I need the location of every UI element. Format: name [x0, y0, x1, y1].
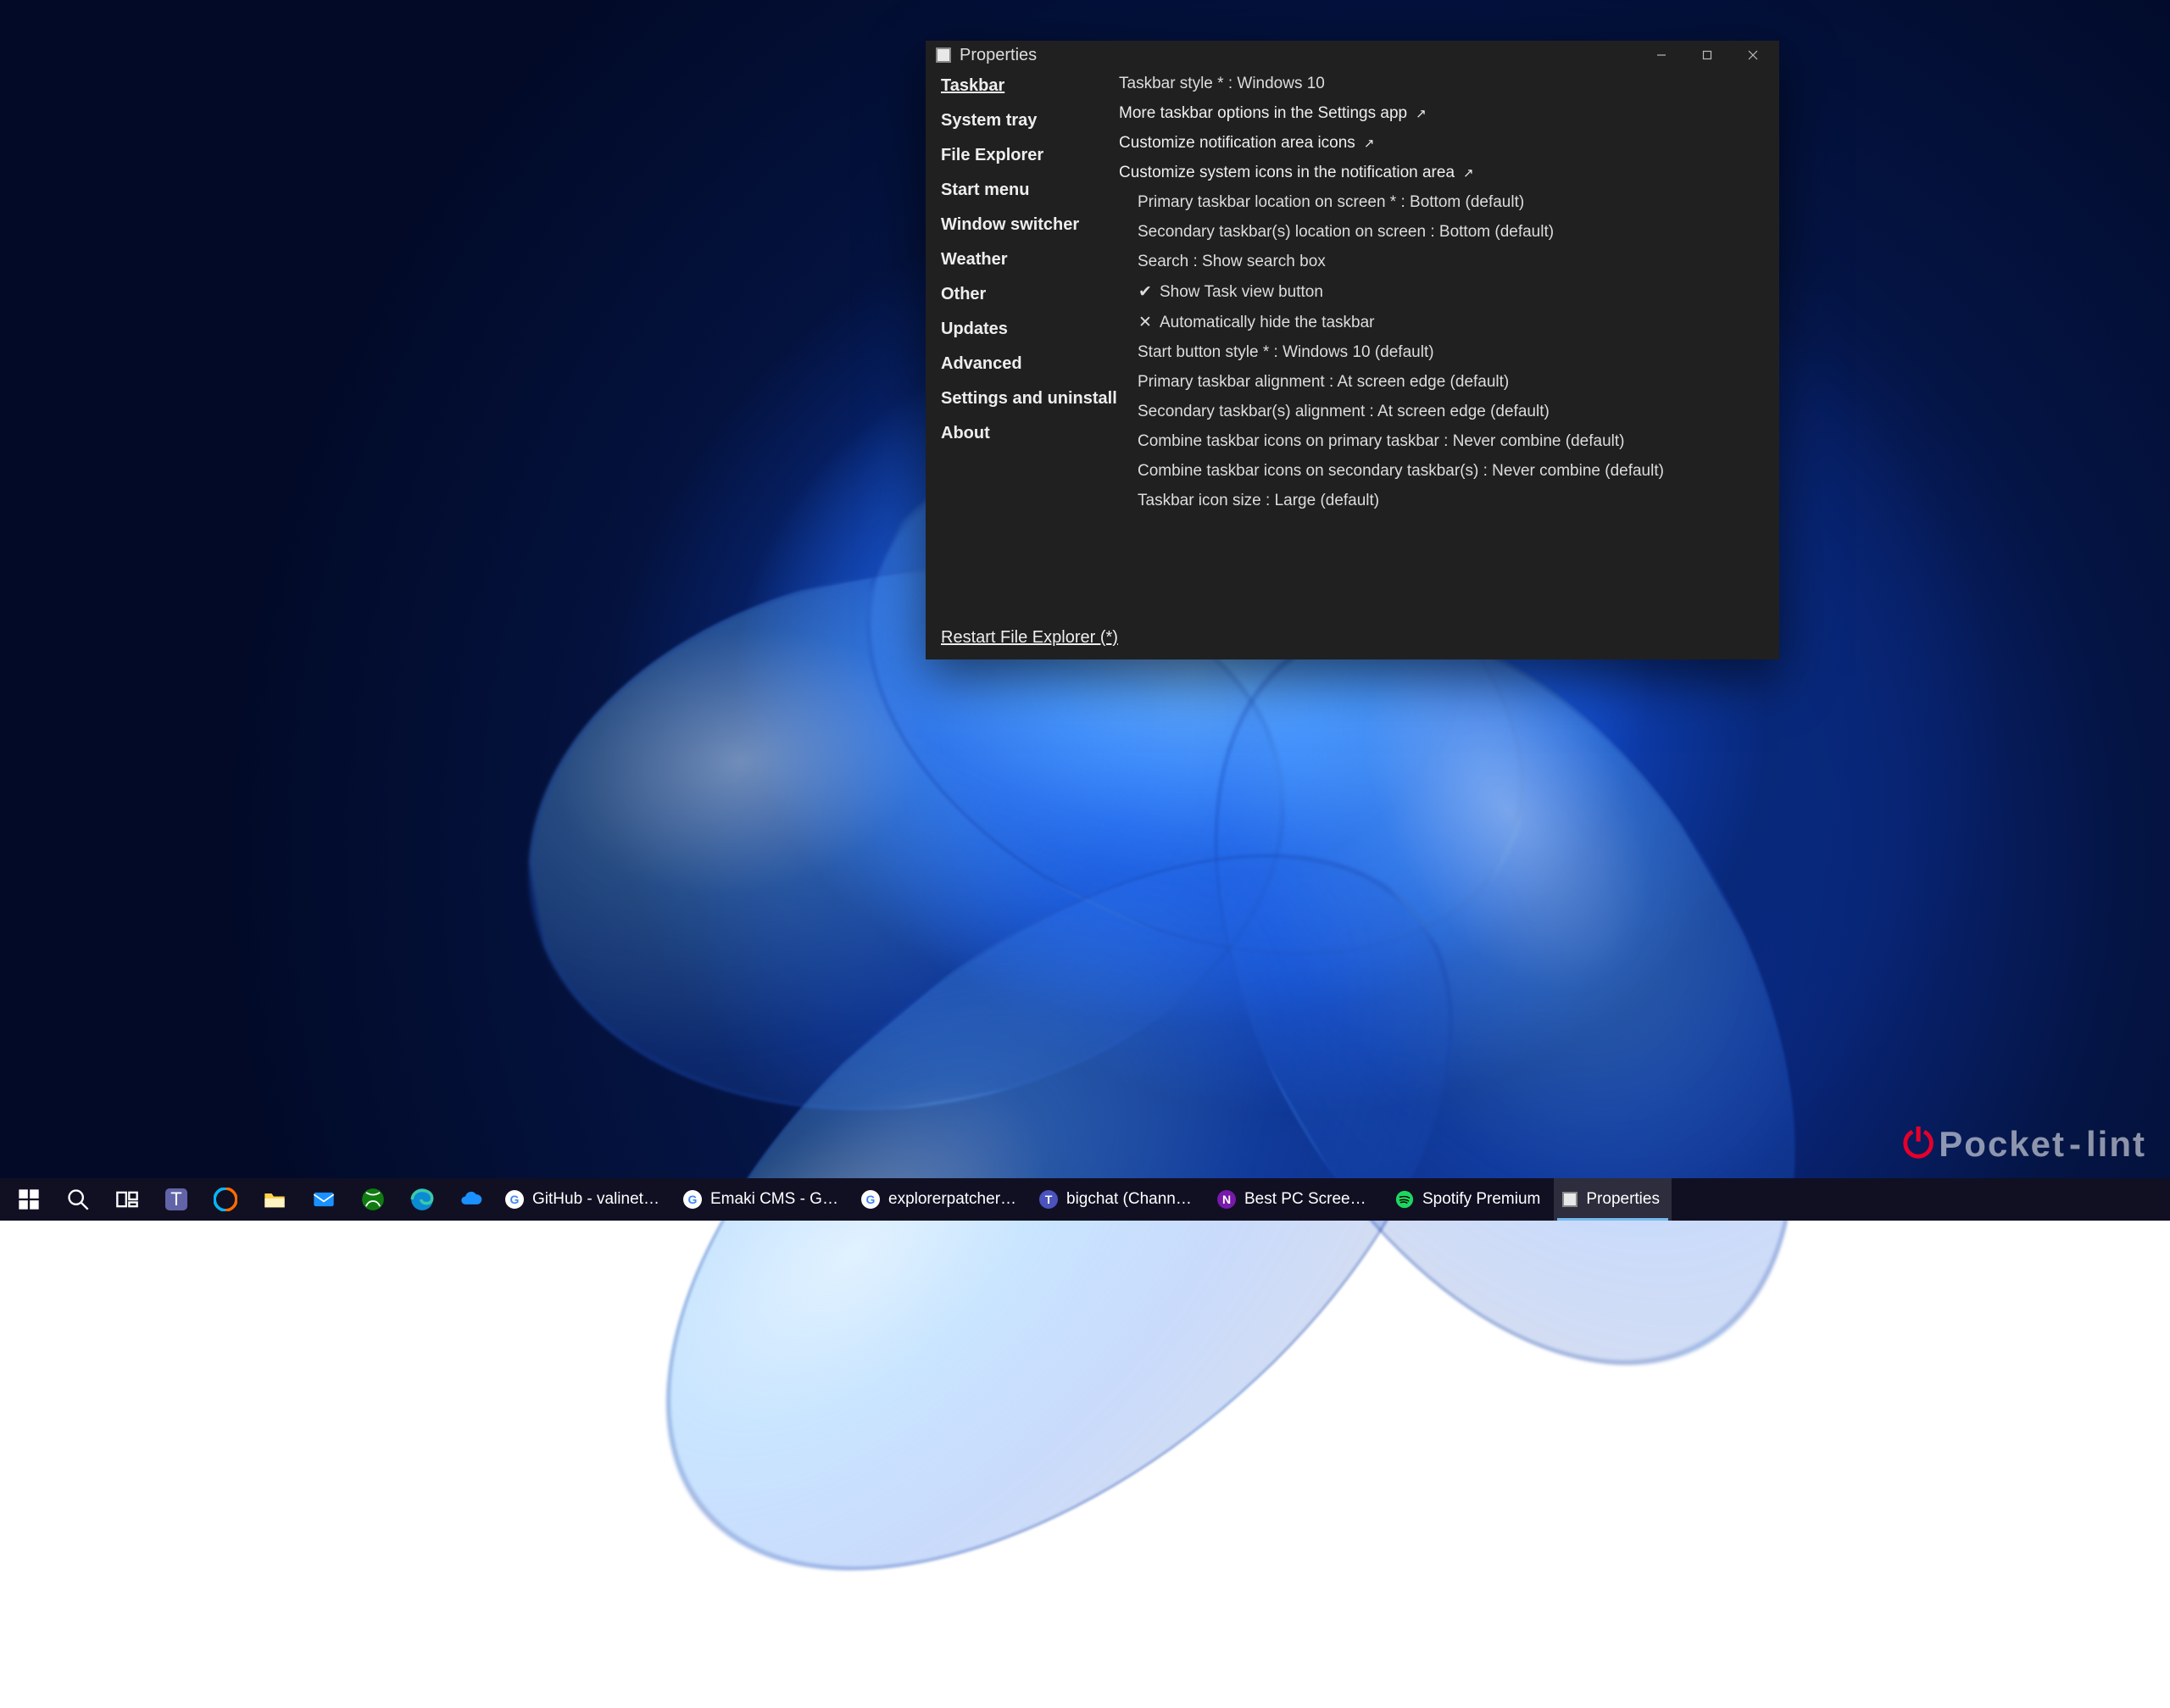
external-link-icon: ↗	[1416, 106, 1427, 121]
setting-label: Customize system icons in the notificati…	[1119, 164, 1455, 182]
setting-row[interactable]: ✕ Automatically hide the taskbar	[1119, 313, 1771, 332]
taskbar[interactable]: T GGitHub - valinet/Ex…GEmaki CMS - Googl…	[0, 1178, 2170, 1221]
taskbar-app-label: Properties	[1586, 1190, 1660, 1209]
external-link-icon: ↗	[1364, 136, 1375, 151]
minimize-button[interactable]	[1639, 41, 1684, 70]
taskbar-app-label: bigchat (Channel) -…	[1066, 1190, 1195, 1209]
taskbar-app[interactable]: Properties	[1554, 1178, 1672, 1221]
setting-row[interactable]: Search : Show search box	[1119, 253, 1771, 271]
sidebar-item-window-switcher[interactable]: Window switcher	[941, 215, 1119, 235]
setting-label: Taskbar icon size : Large (default)	[1138, 492, 1379, 510]
window-title: Properties	[960, 46, 1037, 65]
taskbar-app[interactable]: GGitHub - valinet/Ex…	[497, 1178, 673, 1221]
setting-label: Primary taskbar alignment : At screen ed…	[1138, 373, 1509, 392]
taskbar-app[interactable]: GEmaki CMS - Googl…	[675, 1178, 851, 1221]
setting-row[interactable]: Start button style * : Windows 10 (defau…	[1119, 343, 1771, 362]
setting-row[interactable]: Primary taskbar location on screen * : B…	[1119, 193, 1771, 212]
setting-label: Primary taskbar location on screen * : B…	[1138, 193, 1524, 212]
watermark-suffix: lint	[2086, 1124, 2146, 1165]
sidebar: Taskbar System tray File Explorer Start men…	[926, 70, 1119, 628]
setting-label: Start button style * : Windows 10 (defau…	[1138, 343, 1434, 362]
search-icon[interactable]	[54, 1178, 102, 1221]
taskbar-app[interactable]: Spotify Premium	[1387, 1178, 1552, 1221]
setting-row[interactable]: Secondary taskbar(s) location on screen …	[1119, 223, 1771, 242]
start-icon[interactable]	[5, 1178, 53, 1221]
properties-window[interactable]: Properties Taskbar System tray File Explor…	[926, 41, 1779, 659]
xbox-icon[interactable]	[349, 1178, 397, 1221]
setting-row[interactable]: Combine taskbar icons on primary taskbar…	[1119, 432, 1771, 451]
sidebar-item-start-menu[interactable]: Start menu	[941, 181, 1119, 200]
setting-row[interactable]: Customize notification area icons ↗	[1119, 134, 1771, 153]
copilot-icon[interactable]	[202, 1178, 249, 1221]
setting-label: Combine taskbar icons on secondary taskb…	[1138, 462, 1664, 481]
onedrive-icon[interactable]	[448, 1178, 495, 1221]
taskbar-app[interactable]: Tbigchat (Channel) -…	[1031, 1178, 1207, 1221]
setting-row[interactable]: ✔ Show Task view button	[1119, 282, 1771, 302]
restart-explorer-link[interactable]: Restart File Explorer (*)	[926, 628, 1779, 659]
setting-row[interactable]: Customize system icons in the notificati…	[1119, 164, 1771, 182]
maximize-button[interactable]	[1684, 41, 1730, 70]
setting-label: Combine taskbar icons on primary taskbar…	[1138, 432, 1624, 451]
app-icon	[936, 47, 951, 63]
cross-icon: ✕	[1138, 313, 1153, 332]
setting-row[interactable]: Combine taskbar icons on secondary taskb…	[1119, 462, 1771, 481]
watermark-dash: -	[2069, 1124, 2083, 1165]
setting-label: Secondary taskbar(s) location on screen …	[1138, 223, 1554, 242]
watermark-brand: Pocket	[1939, 1124, 2066, 1165]
edge-icon[interactable]	[398, 1178, 446, 1221]
sidebar-item-advanced[interactable]: Advanced	[941, 354, 1119, 374]
task-view-icon[interactable]	[103, 1178, 151, 1221]
taskbar-app-label: Spotify Premium	[1422, 1190, 1540, 1209]
close-button[interactable]	[1730, 41, 1776, 70]
teams-icon[interactable]: T	[153, 1178, 200, 1221]
setting-label: Search : Show search box	[1138, 253, 1326, 271]
setting-row[interactable]: Secondary taskbar(s) alignment : At scre…	[1119, 403, 1771, 421]
setting-label: More taskbar options in the Settings app	[1119, 104, 1407, 123]
setting-label: Customize notification area icons	[1119, 134, 1355, 153]
taskbar-app-label: Emaki CMS - Googl…	[710, 1190, 839, 1209]
sidebar-item-settings-and-uninstall[interactable]: Settings and uninstall	[941, 389, 1119, 409]
sidebar-item-file-explorer[interactable]: File Explorer	[941, 146, 1119, 165]
taskbar-app[interactable]: Gexplorerpatcher - G…	[853, 1178, 1029, 1221]
taskbar-app[interactable]: NBest PC Screen Rec…	[1209, 1178, 1385, 1221]
setting-row[interactable]: More taskbar options in the Settings app…	[1119, 104, 1771, 123]
taskbar-app-label: Best PC Screen Rec…	[1244, 1190, 1373, 1209]
setting-label: Taskbar style * : Windows 10	[1119, 75, 1325, 93]
sidebar-item-system-tray[interactable]: System tray	[941, 111, 1119, 131]
taskbar-app-label: GitHub - valinet/Ex…	[532, 1190, 661, 1209]
external-link-icon: ↗	[1463, 165, 1474, 181]
sidebar-item-other[interactable]: Other	[941, 285, 1119, 304]
power-icon: ⏻	[1903, 1121, 1935, 1168]
checkmark-icon: ✔	[1138, 282, 1153, 302]
sidebar-item-updates[interactable]: Updates	[941, 320, 1119, 339]
titlebar[interactable]: Properties	[926, 41, 1779, 70]
mail-icon[interactable]	[300, 1178, 348, 1221]
setting-label: Show Task view button	[1160, 283, 1323, 302]
sidebar-item-taskbar[interactable]: Taskbar	[941, 76, 1119, 96]
setting-row[interactable]: Taskbar icon size : Large (default)	[1119, 492, 1771, 510]
sidebar-item-weather[interactable]: Weather	[941, 250, 1119, 270]
taskbar-app-label: explorerpatcher - G…	[888, 1190, 1017, 1209]
setting-label: Automatically hide the taskbar	[1160, 314, 1374, 332]
watermark: ⏻ Pocket - lint	[1903, 1121, 2146, 1168]
file-explorer-icon[interactable]	[251, 1178, 298, 1221]
setting-row[interactable]: Primary taskbar alignment : At screen ed…	[1119, 373, 1771, 392]
sidebar-item-about[interactable]: About	[941, 424, 1119, 443]
content-panel: Taskbar style * : Windows 10 More taskbar…	[1119, 70, 1779, 628]
setting-row[interactable]: Taskbar style * : Windows 10	[1119, 75, 1771, 93]
setting-label: Secondary taskbar(s) alignment : At scre…	[1138, 403, 1550, 421]
